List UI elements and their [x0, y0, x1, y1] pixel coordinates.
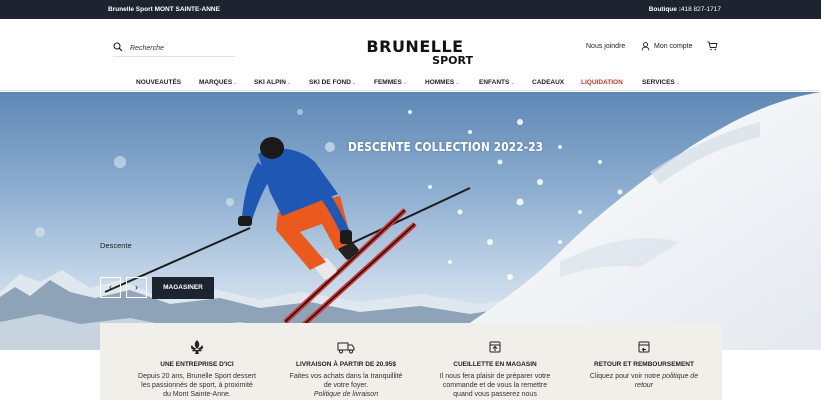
chevron-down-icon: ⌄ [675, 80, 680, 86]
feature-title: RETOUR ET REMBOURSEMENT [594, 361, 694, 368]
user-icon [641, 42, 650, 51]
feature-title: LIVRAISON À PARTIR DE 20.95$ [296, 361, 396, 368]
site-header: Recherche BRUNELLE SPORT Nous joindre Mo… [0, 19, 821, 91]
slider-next-button[interactable]: › [126, 277, 147, 298]
phone-number[interactable]: 418 827-1717 [681, 6, 721, 13]
account-label: Mon compte [654, 43, 693, 50]
logo-line1: BRUNELLE [366, 37, 464, 56]
hero-banner: DESCENTE COLLECTION 2022-23 Descente ‹ ›… [0, 92, 821, 350]
chevron-down-icon: ⌄ [286, 80, 292, 86]
fleur-de-lis-icon [191, 340, 203, 354]
nav-item-hommes[interactable]: HOMMES⌄ [425, 79, 459, 86]
nav-label: HOMMES [425, 79, 455, 86]
account-link[interactable]: Mon compte [641, 42, 693, 51]
nav-label: NOUVEAUTÉS [136, 79, 182, 86]
slider-prev-button[interactable]: ‹ [100, 277, 121, 298]
main-navigation: NOUVEAUTÉS MARQUES⌄ SKI ALPIN⌄ SKI DE FO… [0, 77, 821, 91]
nav-label: SKI DE FOND [309, 79, 351, 86]
nav-item-ski-de-fond[interactable]: SKI DE FOND⌄ [309, 79, 356, 86]
nav-label: SERVICES [642, 79, 675, 86]
nav-item-marques[interactable]: MARQUES⌄ [199, 79, 237, 86]
nav-label: MARQUES [199, 79, 233, 86]
nav-label: SKI ALPIN [254, 79, 286, 86]
nav-label: FEMMES [374, 79, 402, 86]
feature-title: CUEILLETTE EN MAGASIN [453, 361, 537, 368]
boutique-phone[interactable]: Boutique :418 827-1717 [649, 6, 721, 13]
hero-skier-image [0, 92, 821, 350]
truck-icon [337, 342, 355, 354]
nav-item-nouveautes[interactable]: NOUVEAUTÉS [136, 79, 181, 86]
features-strip: UNE ENTREPRISE D'ICI Depuis 20 ans, Brun… [100, 323, 722, 400]
feature-title: UNE ENTREPRISE D'ICI [160, 361, 234, 368]
top-announcement-bar: Brunelle Sport MONT SAINTE-ANNE Boutique… [0, 0, 821, 19]
feature-text-prefix: Cliquez pour voir notre [589, 373, 663, 380]
chevron-left-icon: ‹ [109, 282, 112, 292]
store-pickup-icon [489, 341, 501, 353]
chevron-down-icon: ⌄ [455, 80, 460, 86]
boutique-label: Boutique : [648, 6, 681, 13]
nav-item-cadeaux[interactable]: CADEAUX [532, 79, 564, 86]
cart-icon[interactable] [707, 41, 718, 51]
feature-text: Cliquez pour voir notre politique de ret… [584, 372, 704, 390]
logo-line2: SPORT [432, 54, 473, 67]
feature-text: Il nous fera plaisir de préparer votre c… [439, 373, 551, 398]
delivery-policy-link[interactable]: Politique de livraison [314, 391, 378, 398]
return-box-icon [638, 341, 650, 353]
nav-item-enfants[interactable]: ENFANTS⌄ [479, 79, 515, 86]
search-input[interactable]: Recherche [113, 41, 235, 57]
nav-label: LIQUIDATION [581, 79, 623, 86]
brand-logo[interactable]: BRUNELLE SPORT [356, 39, 474, 69]
hero-subtitle: Descente [100, 241, 132, 250]
nav-item-services[interactable]: SERVICES⌄ [642, 79, 680, 86]
nav-label: ENFANTS [479, 79, 510, 86]
nav-item-ski-alpin[interactable]: SKI ALPIN⌄ [254, 79, 291, 86]
search-icon [113, 42, 123, 52]
chevron-down-icon: ⌄ [510, 80, 515, 86]
nav-item-liquidation[interactable]: LIQUIDATION [581, 79, 623, 86]
contact-link[interactable]: Nous joindre [586, 43, 625, 50]
feature-text-body: Faites vos achats dans la tranquillité d… [289, 373, 403, 389]
feature-text: Depuis 20 ans, Brunelle Sport dessert le… [138, 373, 256, 398]
shop-button[interactable]: MAGASINER [152, 277, 214, 299]
feature-text: Faites vos achats dans la tranquillité d… [286, 372, 406, 399]
nav-label: CADEAUX [532, 79, 565, 86]
store-name: Brunelle Sport MONT SAINTE-ANNE [108, 6, 220, 13]
search-placeholder: Recherche [130, 45, 164, 52]
chevron-down-icon: ⌄ [402, 80, 408, 86]
nav-item-femmes[interactable]: FEMMES⌄ [374, 79, 407, 86]
chevron-down-icon: ⌄ [233, 80, 238, 86]
chevron-down-icon: ⌄ [351, 80, 357, 86]
chevron-right-icon: › [135, 282, 138, 292]
hero-title: DESCENTE COLLECTION 2022-23 [348, 139, 544, 154]
